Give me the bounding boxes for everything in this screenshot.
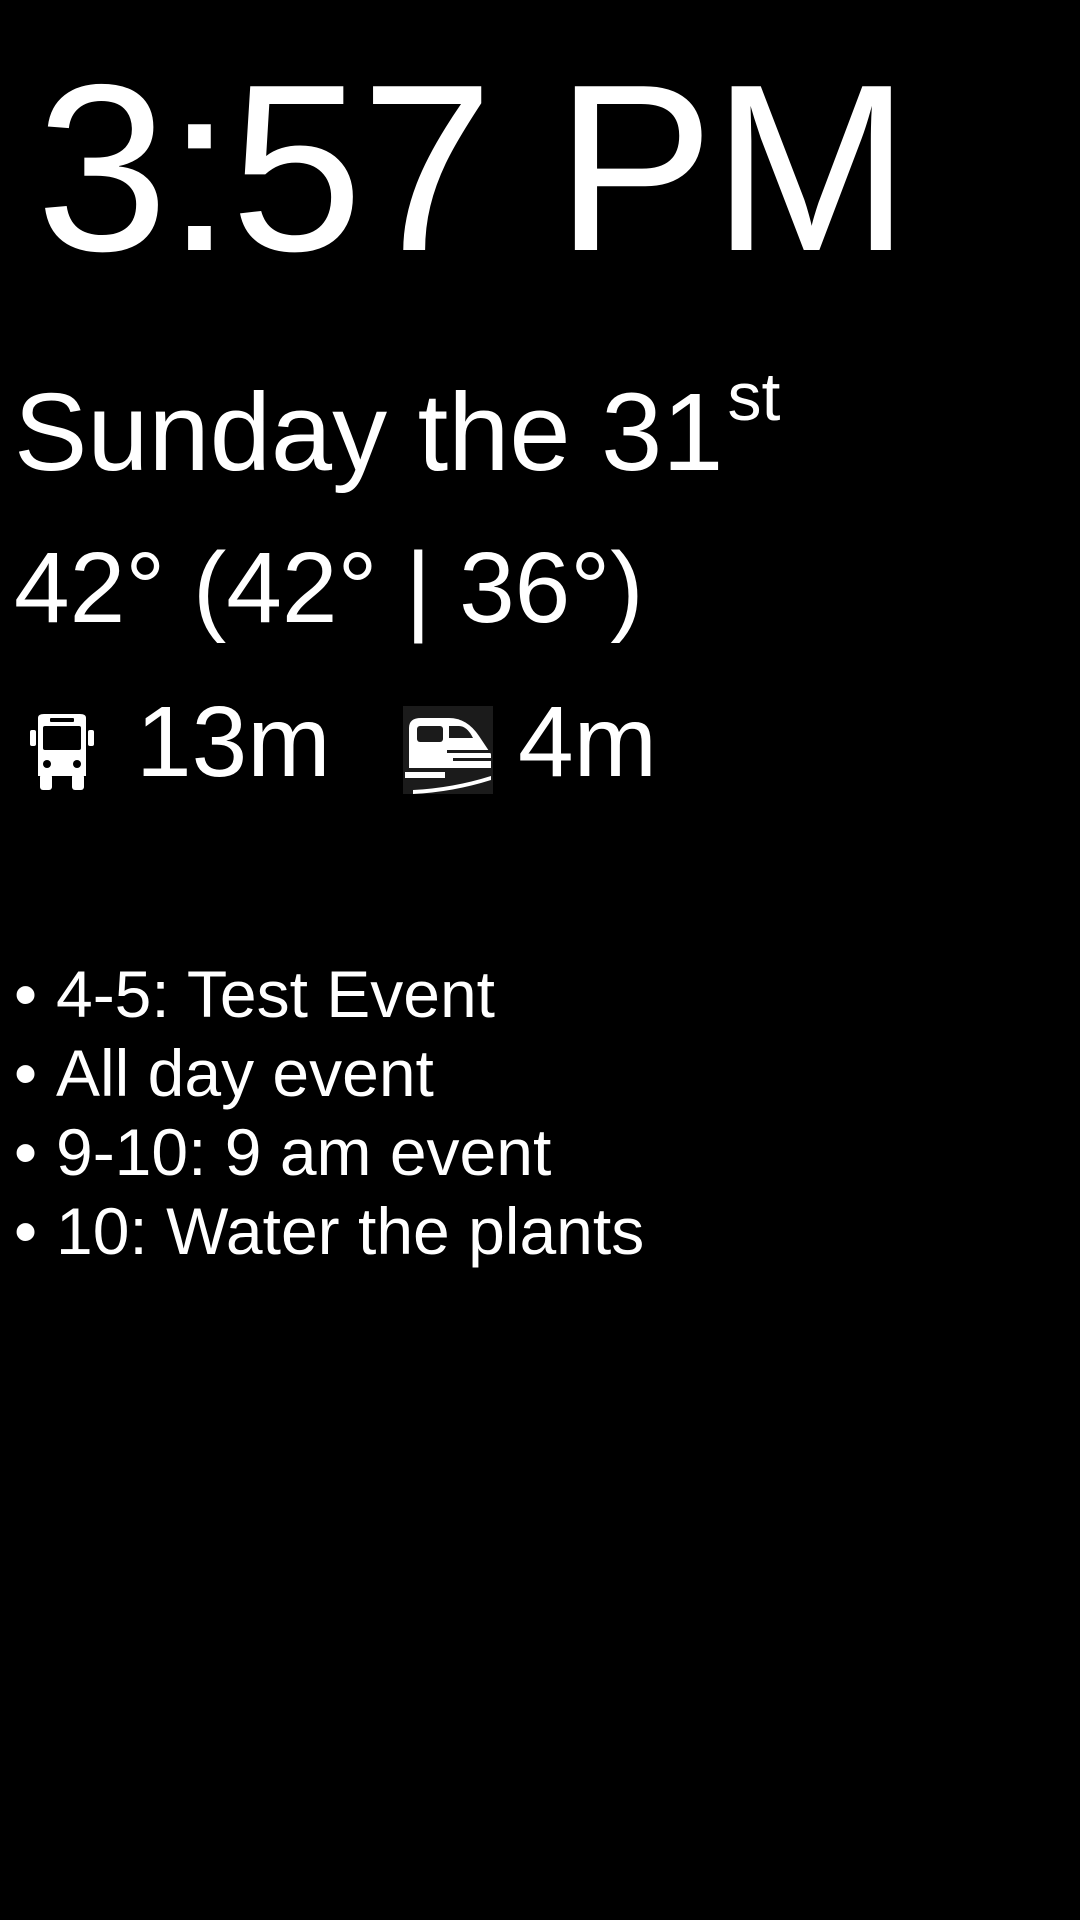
date-text: Sunday the 31 — [14, 371, 724, 494]
transit-row: 13m 4m — [30, 690, 790, 800]
event-text: All day event — [56, 1036, 434, 1110]
event-text: 10: Water the plants — [56, 1194, 645, 1268]
train-eta: 4m — [518, 686, 657, 798]
bullet-icon: • — [14, 957, 38, 1031]
train-icon — [403, 706, 493, 794]
event-text: 9-10: 9 am event — [56, 1115, 552, 1189]
date-ordinal-suffix: st — [727, 359, 781, 435]
calendar-event-list: • 4-5: Test Event • All day event • 9-10: 9… — [14, 955, 644, 1271]
list-item: • 4-5: Test Event — [14, 955, 644, 1034]
bullet-icon: • — [14, 1115, 38, 1189]
bus-eta: 13m — [136, 686, 331, 798]
list-item: • 10: Water the plants — [14, 1192, 644, 1271]
list-item: • All day event — [14, 1034, 644, 1113]
bullet-icon: • — [14, 1036, 38, 1110]
bus-icon — [30, 714, 94, 790]
display-screen: 3:57 PM Sunday the 31st 42° (42° | 36°) … — [0, 0, 1080, 1920]
event-text: 4-5: Test Event — [56, 957, 496, 1031]
weather-temperature: 42° (42° | 36°) — [14, 532, 644, 644]
bullet-icon: • — [14, 1194, 38, 1268]
list-item: • 9-10: 9 am event — [14, 1113, 644, 1192]
date-display: Sunday the 31st — [14, 363, 780, 488]
clock-time: 3:57 PM — [36, 36, 910, 301]
